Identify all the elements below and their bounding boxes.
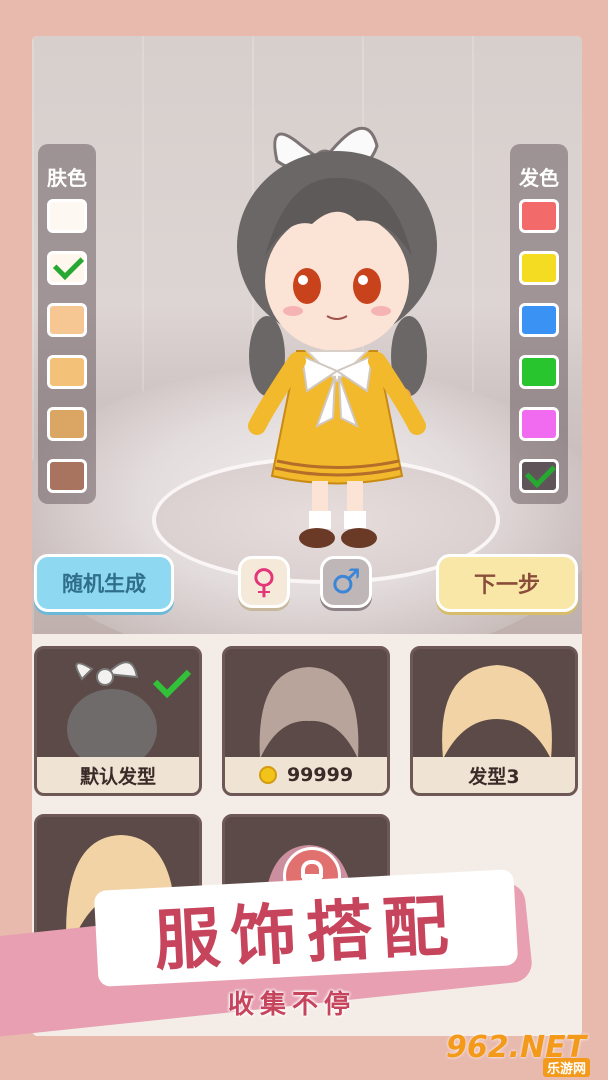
next-step-button[interactable]: 下一步	[436, 554, 578, 612]
hair-swatch-5[interactable]	[519, 407, 559, 441]
price-value: 99999	[286, 764, 354, 786]
character-stage: 肤色 发色 随机生成 ♀ ♂ 下一步	[32, 36, 582, 666]
female-gender-button[interactable]: ♀	[238, 556, 290, 608]
skin-color-panel: 肤色	[38, 144, 96, 504]
skin-swatch-2[interactable]	[47, 248, 87, 285]
skin-swatch-5[interactable]	[47, 407, 87, 441]
skin-swatch-3[interactable]	[47, 303, 87, 337]
check-icon	[524, 456, 557, 489]
hair-swatch-4[interactable]	[519, 355, 559, 389]
hairstyle-card-default[interactable]: 默认发型	[34, 646, 202, 796]
hairstyle-preview	[259, 667, 359, 759]
hair-swatch-6[interactable]	[519, 456, 559, 493]
hairstyle-card-3[interactable]: 发型3	[410, 646, 578, 796]
skin-swatch-1[interactable]	[47, 199, 87, 233]
male-icon: ♂	[330, 562, 362, 602]
hair-swatch-1[interactable]	[519, 199, 559, 233]
hair-swatch-3[interactable]	[519, 303, 559, 337]
skin-swatch-6[interactable]	[47, 459, 87, 493]
check-icon	[52, 248, 85, 281]
hairstyle-label: 默认发型	[37, 757, 199, 793]
hair-color-panel: 发色	[510, 144, 568, 504]
coin-icon	[258, 766, 277, 784]
random-generate-button[interactable]: 随机生成	[34, 554, 174, 612]
hair-swatch-2[interactable]	[519, 251, 559, 285]
female-icon: ♀	[251, 562, 277, 602]
watermark-sub: 乐游网	[542, 1058, 590, 1077]
hairstyle-label: 发型3	[413, 757, 575, 793]
banner-subtitle: 收集不停	[228, 990, 357, 1020]
male-gender-button[interactable]: ♂	[320, 556, 372, 608]
price-label: 99999	[225, 757, 387, 793]
hairstyle-card-paid[interactable]: 99999	[222, 646, 390, 796]
hair-panel-title: 发色	[519, 166, 559, 190]
site-watermark: 962.NET 乐游网	[446, 1030, 596, 1077]
skin-panel-title: 肤色	[47, 166, 87, 190]
hairstyle-preview	[442, 665, 552, 759]
character-avatar	[237, 126, 437, 548]
skin-swatch-4[interactable]	[47, 355, 87, 389]
